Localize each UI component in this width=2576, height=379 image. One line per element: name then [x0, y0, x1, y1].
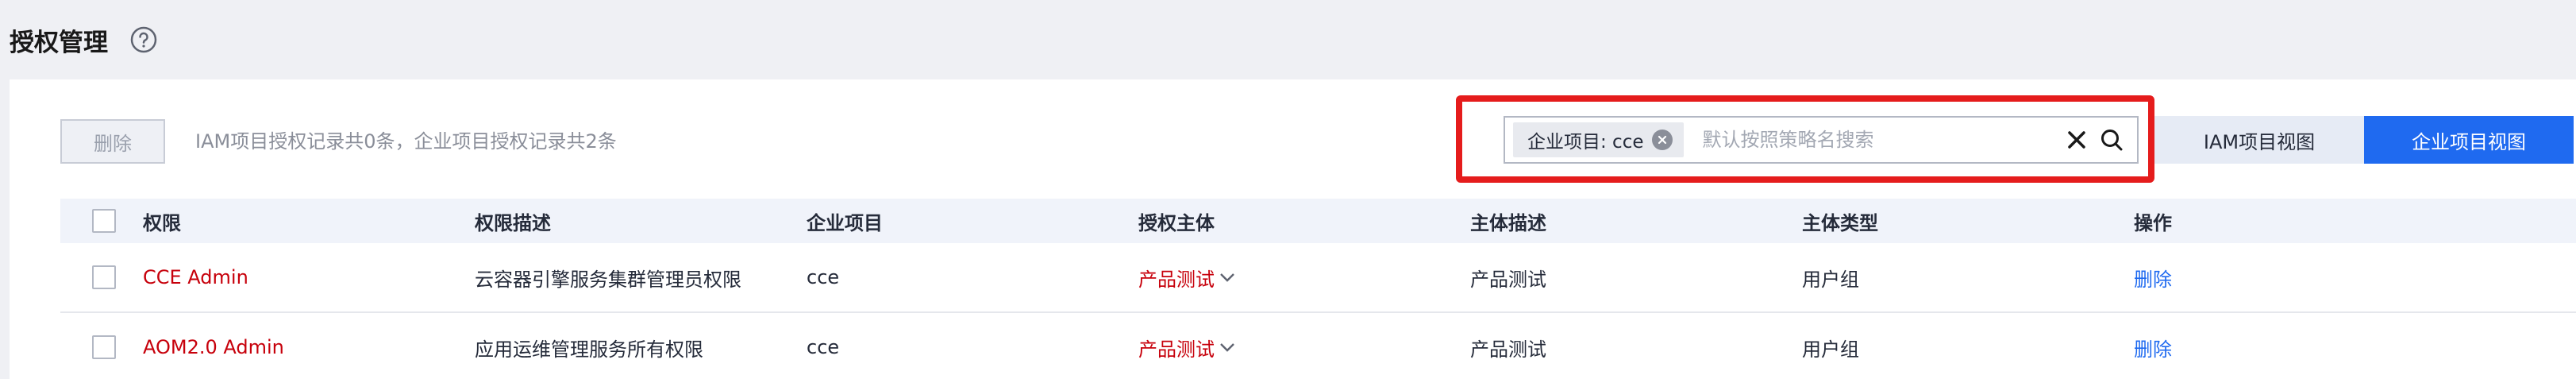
- page-title: 授权管理: [10, 28, 108, 57]
- view-toggle: IAM项目视图 企业项目视图: [2154, 116, 2574, 164]
- permission-link[interactable]: CCE Admin: [143, 266, 248, 288]
- header-enterprise-project: 企业项目: [807, 211, 883, 234]
- header-permission: 权限: [143, 211, 181, 234]
- delete-button[interactable]: 删除: [60, 119, 165, 164]
- subject-type: 用户组: [1802, 338, 1859, 361]
- subject-type: 用户组: [1802, 268, 1859, 291]
- subject-description: 产品测试: [1470, 268, 1546, 291]
- header-description: 权限描述: [475, 211, 551, 234]
- iam-project-view-button[interactable]: IAM项目视图: [2154, 116, 2364, 164]
- table-row: CCE Admin 云容器引擎服务集群管理员权限 cce 产品测试 产品测试 用…: [60, 243, 2576, 313]
- subject-label: 产品测试: [1138, 338, 1215, 361]
- filter-tag-label: 企业项目: cce: [1527, 132, 1644, 153]
- chevron-down-icon: [1220, 273, 1234, 282]
- tag-close-icon[interactable]: [1651, 130, 1673, 150]
- subject-description: 产品测试: [1470, 338, 1546, 361]
- enterprise-project: cce: [807, 336, 840, 358]
- header-subject: 授权主体: [1138, 211, 1215, 234]
- chevron-down-icon: [1220, 343, 1234, 352]
- permission-description: 应用运维管理服务所有权限: [475, 338, 703, 361]
- subject-dropdown[interactable]: 产品测试: [1138, 264, 1237, 292]
- permission-description: 云容器引擎服务集群管理员权限: [475, 268, 741, 291]
- row-checkbox[interactable]: [92, 265, 116, 289]
- table-header: 权限 权限描述 企业项目 授权主体 主体描述 主体类型 操作: [60, 199, 2576, 243]
- table-row: AOM2.0 Admin 应用运维管理服务所有权限 cce 产品测试 产品测试 …: [60, 313, 2576, 379]
- header-action: 操作: [2134, 211, 2172, 234]
- enterprise-project-view-button[interactable]: 企业项目视图: [2364, 116, 2574, 164]
- permissions-card: 删除 IAM项目授权记录共0条，企业项目授权记录共2条 企业项目: cce IA…: [10, 79, 2576, 379]
- search-box[interactable]: 企业项目: cce: [1504, 116, 2139, 164]
- header-subject-description: 主体描述: [1470, 211, 1546, 234]
- filter-tag[interactable]: 企业项目: cce: [1513, 122, 1684, 157]
- row-checkbox[interactable]: [92, 335, 116, 359]
- page-header: 授权管理: [10, 21, 157, 59]
- header-subject-type: 主体类型: [1802, 211, 1878, 234]
- permissions-table: 权限 权限描述 企业项目 授权主体 主体描述 主体类型 操作 CCE Admin…: [60, 199, 2576, 379]
- toolbar: 删除 IAM项目授权记录共0条，企业项目授权记录共2条 企业项目: cce IA…: [60, 95, 2576, 183]
- clear-icon[interactable]: [2059, 122, 2094, 157]
- row-delete-link[interactable]: 删除: [2134, 334, 2172, 362]
- row-delete-link[interactable]: 删除: [2134, 264, 2172, 292]
- permission-link[interactable]: AOM2.0 Admin: [143, 336, 284, 358]
- subject-dropdown[interactable]: 产品测试: [1138, 334, 1237, 362]
- help-icon[interactable]: [130, 26, 157, 53]
- subject-label: 产品测试: [1138, 268, 1215, 291]
- search-icon[interactable]: [2094, 122, 2129, 157]
- enterprise-project: cce: [807, 266, 840, 288]
- records-summary: IAM项目授权记录共0条，企业项目授权记录共2条: [195, 130, 617, 153]
- search-input[interactable]: [1683, 119, 2059, 160]
- select-all-checkbox[interactable]: [92, 209, 116, 233]
